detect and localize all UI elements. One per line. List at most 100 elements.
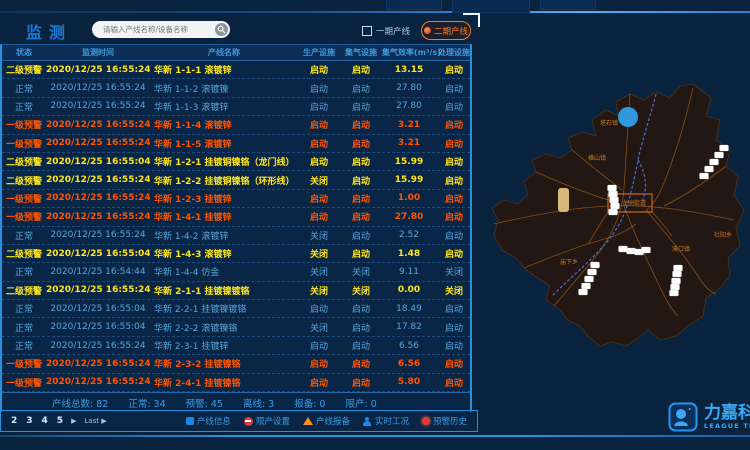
- table-row[interactable]: 一级预警 2020/12/25 16:55:24 华新 1-1-5 滚镀锌 启动…: [2, 135, 470, 153]
- factory-marker[interactable]: [582, 283, 591, 289]
- factory-marker[interactable]: [705, 166, 714, 172]
- county-map[interactable]: 塔石镇横山镇龙洲街道社阳乡庙下乡溪口镇: [488, 58, 750, 350]
- table-row[interactable]: 二级预警 2020/12/25 16:55:24 华新 1-1-1 滚镀锌 启动…: [2, 61, 470, 79]
- page-button[interactable]: 3: [26, 416, 32, 426]
- search-input[interactable]: [101, 24, 215, 35]
- table-row[interactable]: 正常 2020/12/25 16:55:24 华新 1-1-3 滚镀锌 启动 启…: [2, 98, 470, 116]
- status-cell: 一级预警: [2, 137, 46, 150]
- table-row[interactable]: 二级预警 2020/12/25 16:55:04 华新 1-2-1 挂镀铜镍铬（…: [2, 153, 470, 171]
- time-cell: 2020/12/25 16:55:24: [46, 285, 150, 295]
- status-cell: 正常: [2, 302, 46, 315]
- production-facility-cell: 关闭: [298, 265, 340, 278]
- table-row[interactable]: 正常 2020/12/25 16:55:04 华新 2-2-1 挂镀镍镀铬 启动…: [2, 300, 470, 318]
- production-facility-cell: 启动: [298, 100, 340, 113]
- factory-marker[interactable]: [720, 145, 729, 151]
- table-row[interactable]: 正常 2020/12/25 16:54:44 华新 1-4-4 仿金 关闭 关闭…: [2, 263, 470, 281]
- gas-efficiency-cell: 15.99: [382, 175, 436, 185]
- search-icon[interactable]: [215, 23, 228, 36]
- line-name-cell: 华新 2-2-2 滚镀镍铬: [150, 321, 298, 334]
- gas-efficiency-cell: 18.49: [382, 304, 436, 314]
- next-page-button[interactable]: ▶: [71, 417, 76, 425]
- gas-facility-cell: 启动: [340, 210, 382, 223]
- table-row[interactable]: 二级预警 2020/12/25 16:55:24 华新 1-2-2 挂镀铜镍铬（…: [2, 171, 470, 189]
- table-header: 状态监测时间产线名称生产设施集气设施集气效率(m³/s)处理设施: [2, 45, 470, 61]
- factory-marker[interactable]: [591, 262, 600, 268]
- factory-marker[interactable]: [610, 197, 619, 203]
- legend-item[interactable]: 预警历史: [422, 415, 467, 427]
- table-row[interactable]: 一级预警 2020/12/25 16:55:24 华新 1-1-4 滚镀锌 启动…: [2, 116, 470, 134]
- phase1-checkbox[interactable]: [362, 26, 372, 36]
- table-row[interactable]: 一级预警 2020/12/25 16:55:24 华新 1-2-3 挂镀锌 启动…: [2, 190, 470, 208]
- page-button[interactable]: 2: [11, 416, 17, 426]
- factory-marker[interactable]: [609, 191, 618, 197]
- factory-marker[interactable]: [611, 203, 620, 209]
- search-box[interactable]: [92, 21, 230, 38]
- table-row[interactable]: 正常 2020/12/25 16:55:24 华新 1-4-2 滚镀锌 关闭 启…: [2, 227, 470, 245]
- gas-facility-cell: 启动: [340, 118, 382, 131]
- factory-marker[interactable]: [672, 278, 681, 284]
- factory-marker[interactable]: [588, 269, 597, 275]
- table-row[interactable]: 二级预警 2020/12/25 16:55:04 华新 1-4-3 滚镀锌 关闭…: [2, 245, 470, 263]
- page-button[interactable]: 4: [42, 416, 48, 426]
- gas-facility-cell: 启动: [340, 174, 382, 187]
- status-cell: 一级预警: [2, 376, 46, 389]
- table-body: 二级预警 2020/12/25 16:55:24 华新 1-1-1 滚镀锌 启动…: [2, 61, 470, 392]
- legend-item[interactable]: 实时工况: [363, 415, 409, 427]
- status-cell: 二级预警: [2, 247, 46, 260]
- legend-label: 限产设置: [256, 415, 290, 427]
- line-name-cell: 华新 1-1-5 滚镀锌: [150, 137, 298, 150]
- gas-efficiency-cell: 6.56: [382, 359, 436, 369]
- factory-marker[interactable]: [710, 159, 719, 165]
- factory-marker[interactable]: [579, 289, 588, 295]
- line-name-cell: 华新 1-4-4 仿金: [150, 265, 298, 278]
- table-row[interactable]: 二级预警 2020/12/25 16:55:24 华新 2-1-1 挂镀镍镀铬 …: [2, 282, 470, 300]
- page-button[interactable]: 5: [57, 416, 63, 426]
- last-page-button[interactable]: Last ▶: [84, 417, 106, 425]
- table-row[interactable]: 一级预警 2020/12/25 16:55:24 华新 2-3-2 挂镀镍铬 启…: [2, 355, 470, 373]
- phase1-toggle[interactable]: 一期产线: [362, 25, 410, 37]
- table-row[interactable]: 正常 2020/12/25 16:55:24 华新 1-1-2 滚镀镍 启动 启…: [2, 79, 470, 97]
- table-row[interactable]: 正常 2020/12/25 16:55:04 华新 2-2-2 滚镀镍铬 关闭 …: [2, 318, 470, 336]
- treatment-facility-cell: 启动: [436, 210, 472, 223]
- factory-marker[interactable]: [670, 290, 679, 296]
- line-name-cell: 华新 2-3-1 挂镀锌: [150, 339, 298, 352]
- gas-efficiency-cell: 3.21: [382, 120, 436, 130]
- column-header: 处理设施: [436, 47, 472, 58]
- factory-marker[interactable]: [609, 209, 618, 215]
- legend-item[interactable]: 限产设置: [244, 415, 290, 427]
- treatment-facility-cell: 启动: [436, 321, 472, 334]
- gas-efficiency-cell: 5.80: [382, 377, 436, 387]
- town-label: 横山镇: [588, 154, 606, 162]
- town-label: 龙洲街道: [622, 199, 646, 207]
- town-label: 塔石镇: [600, 119, 618, 127]
- production-facility-cell: 启动: [298, 63, 340, 76]
- gas-facility-cell: 启动: [340, 100, 382, 113]
- legend-item[interactable]: 产线信息: [186, 415, 231, 427]
- treatment-facility-cell: 启动: [436, 100, 472, 113]
- factory-marker[interactable]: [619, 246, 628, 252]
- status-cell: 二级预警: [2, 284, 46, 297]
- factory-marker[interactable]: [715, 152, 724, 158]
- factory-marker[interactable]: [608, 185, 617, 191]
- factory-marker[interactable]: [700, 173, 709, 179]
- summary-item: 限产: 0: [345, 396, 376, 410]
- status-cell: 正常: [2, 265, 46, 278]
- table-row[interactable]: 一级预警 2020/12/25 16:55:24 华新 1-4-1 挂镀锌 启动…: [2, 208, 470, 226]
- production-facility-cell: 启动: [298, 155, 340, 168]
- factory-marker[interactable]: [674, 265, 683, 271]
- corner-bracket-decoration: [463, 13, 480, 27]
- table-row[interactable]: 一级预警 2020/12/25 16:55:24 华新 2-4-1 挂镀镍铬 启…: [2, 374, 470, 392]
- time-cell: 2020/12/25 16:55:24: [46, 359, 150, 369]
- legend-label: 预警历史: [433, 415, 467, 427]
- factory-marker[interactable]: [627, 248, 636, 254]
- alert-bubble-marker[interactable]: [618, 107, 638, 127]
- status-cell: 正常: [2, 100, 46, 113]
- summary-item: 报备: 0: [294, 396, 325, 410]
- table-row[interactable]: 正常 2020/12/25 16:55:24 华新 2-3-1 挂镀锌 启动 启…: [2, 337, 470, 355]
- column-header: 集气设施: [340, 47, 382, 58]
- factory-marker[interactable]: [642, 247, 651, 253]
- factory-marker[interactable]: [585, 276, 594, 282]
- factory-marker[interactable]: [673, 271, 682, 277]
- factory-marker[interactable]: [671, 284, 680, 290]
- legend-item[interactable]: 产线报备: [303, 415, 350, 427]
